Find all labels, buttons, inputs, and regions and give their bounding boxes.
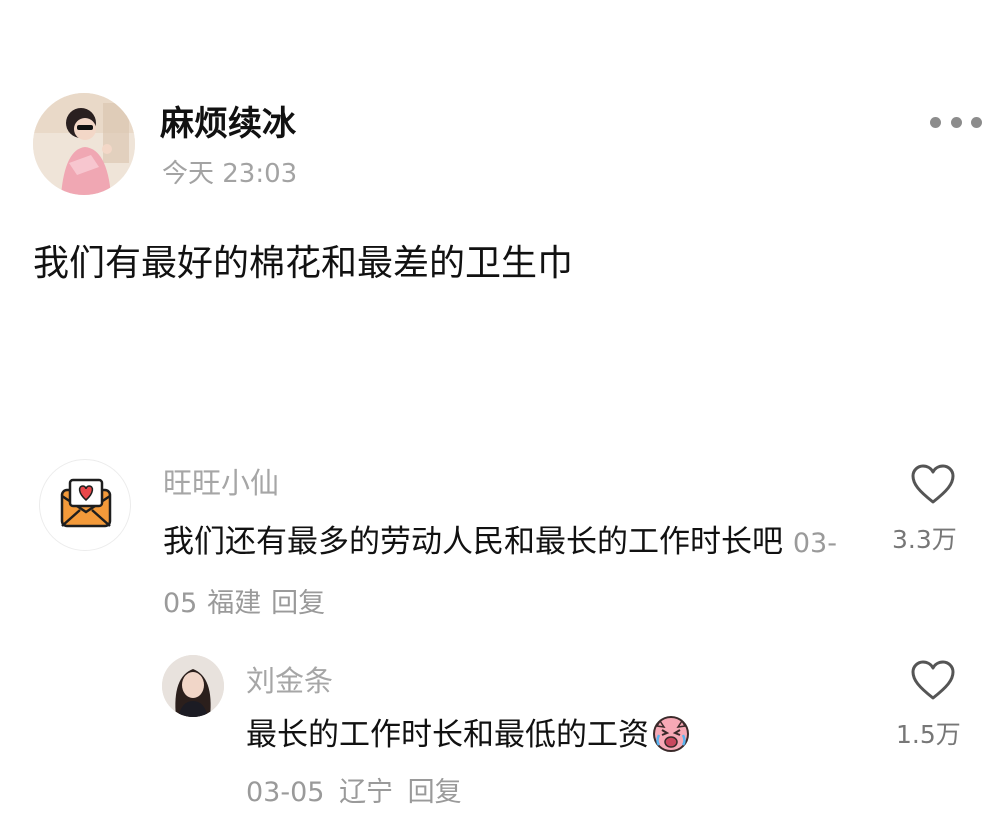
more-options-button[interactable] bbox=[930, 110, 982, 134]
author-name[interactable]: 麻烦续冰 bbox=[160, 102, 296, 146]
heart-envelope-icon bbox=[60, 478, 112, 528]
like-count: 1.5万 bbox=[896, 720, 961, 749]
more-horizontal-icon bbox=[930, 116, 941, 128]
comment-location: 福建 bbox=[207, 588, 262, 619]
comment-body: 最长的工作时长和最低的工资 bbox=[246, 717, 649, 753]
heart-outline-icon bbox=[911, 464, 955, 504]
like-button[interactable] bbox=[910, 659, 956, 701]
more-horizontal-icon bbox=[950, 116, 962, 128]
comment-date: 03-05 bbox=[246, 777, 325, 808]
post-content: 我们有最好的棉花和最差的卫生巾 bbox=[33, 243, 574, 284]
author-avatar[interactable] bbox=[33, 93, 135, 195]
post-timestamp: 今天 23:03 bbox=[162, 159, 298, 189]
like-count: 3.3万 bbox=[892, 525, 957, 554]
weibo-post-page: 麻烦续冰 今天 23:03 我们有最好的棉花和最差的卫生巾 旺旺小仙 我们还有最… bbox=[0, 0, 1000, 840]
commenter-name[interactable]: 旺旺小仙 bbox=[163, 463, 279, 503]
commenter-name[interactable]: 刘金条 bbox=[246, 661, 333, 701]
comment-meta: 03-05 辽宁 回复 bbox=[246, 773, 468, 813]
comment-text: 我们还有最多的劳动人民和最长的工作时长吧 03-05 福建 回复 bbox=[163, 513, 853, 633]
reply-button[interactable]: 回复 bbox=[408, 777, 462, 808]
crying-pig-emoji-icon bbox=[651, 713, 691, 753]
comment-body: 我们还有最多的劳动人民和最长的工作时长吧 bbox=[163, 524, 783, 560]
commenter-avatar[interactable] bbox=[39, 459, 131, 551]
more-horizontal-icon bbox=[971, 116, 982, 128]
like-button[interactable] bbox=[910, 463, 956, 505]
commenter-avatar[interactable] bbox=[162, 655, 224, 717]
reply-button[interactable]: 回复 bbox=[271, 588, 325, 619]
comment-location: 辽宁 bbox=[339, 777, 394, 808]
comment-text: 最长的工作时长和最低的工资 bbox=[246, 706, 691, 764]
heart-outline-icon bbox=[911, 660, 955, 700]
